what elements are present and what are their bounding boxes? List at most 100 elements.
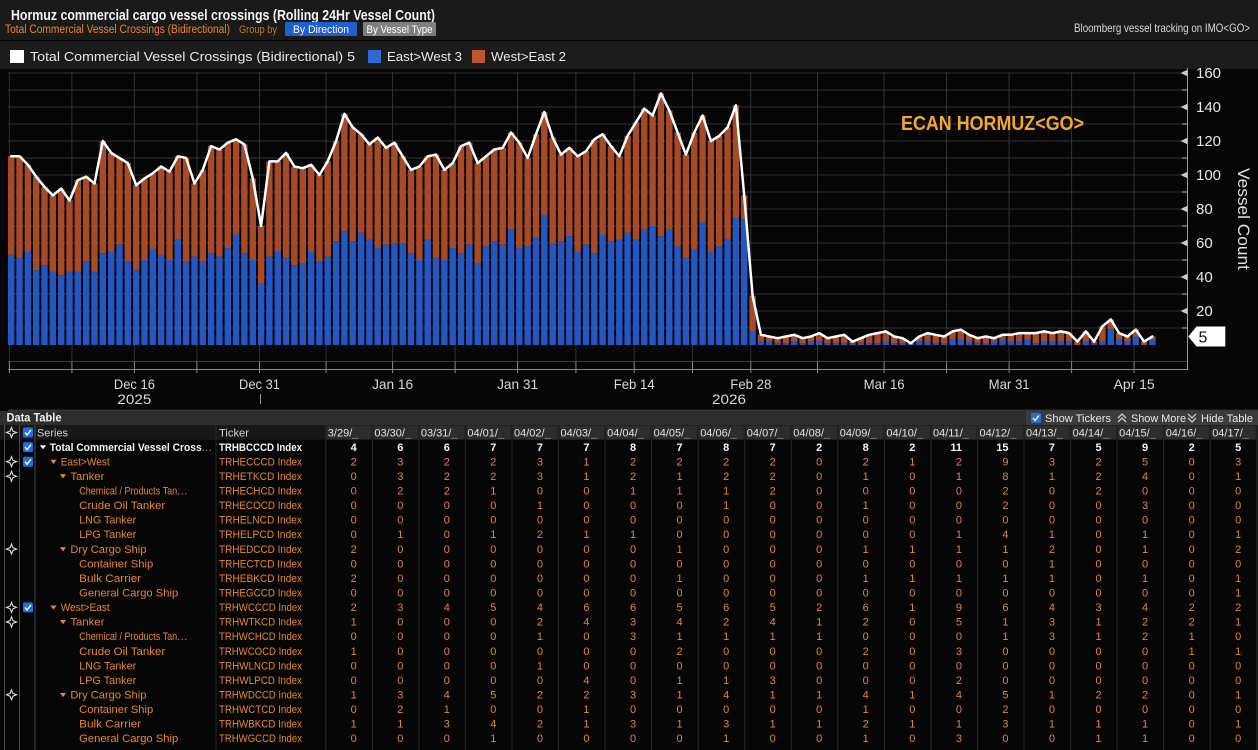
svg-text:2: 2 (630, 471, 636, 483)
svg-text:04/06/_: 04/06/_ (700, 428, 738, 440)
svg-text:4: 4 (583, 675, 589, 687)
svg-text:0: 0 (444, 544, 450, 556)
svg-text:0: 0 (909, 646, 915, 658)
svg-text:0: 0 (1049, 500, 1055, 512)
svg-text:0: 0 (816, 704, 822, 716)
svg-text:…: … (177, 486, 188, 498)
svg-text:0: 0 (770, 704, 776, 716)
svg-text:0: 0 (1235, 500, 1241, 512)
svg-text:3/29/_: 3/29/_ (328, 428, 359, 440)
svg-text:2: 2 (723, 456, 729, 468)
svg-text:0: 0 (956, 588, 962, 600)
svg-text:Crude Oil Tanker: Crude Oil Tanker (79, 500, 165, 512)
svg-text:04/07/_: 04/07/_ (747, 428, 785, 440)
svg-text:1: 1 (1002, 631, 1008, 643)
svg-text:4: 4 (351, 442, 358, 454)
svg-text:1: 1 (1142, 573, 1148, 585)
svg-text:0: 0 (956, 704, 962, 716)
svg-text:2: 2 (863, 456, 869, 468)
svg-text:1: 1 (816, 690, 822, 702)
svg-text:3: 3 (1049, 456, 1055, 468)
svg-text:1: 1 (863, 733, 869, 745)
svg-text:20: 20 (1196, 303, 1213, 320)
svg-text:0: 0 (723, 573, 729, 585)
svg-text:1: 1 (444, 704, 450, 716)
svg-text:04/09/_: 04/09/_ (840, 428, 878, 440)
svg-text:0: 0 (863, 529, 869, 541)
svg-text:6: 6 (630, 602, 636, 614)
svg-text:1: 1 (1049, 719, 1055, 731)
svg-text:1: 1 (676, 471, 682, 483)
svg-text:0: 0 (770, 515, 776, 527)
svg-text:0: 0 (956, 486, 962, 498)
svg-text:0: 0 (351, 588, 357, 600)
svg-text:Hormuz commercial cargo vessel: Hormuz commercial cargo vessel crossings… (11, 7, 435, 24)
svg-text:1: 1 (676, 544, 682, 556)
svg-text:04/15/_: 04/15/_ (1119, 428, 1157, 440)
svg-text:1: 1 (956, 719, 962, 731)
svg-text:1: 1 (1235, 471, 1241, 483)
svg-text:Feb 14: Feb 14 (614, 376, 655, 392)
svg-text:0: 0 (583, 515, 589, 527)
svg-text:0: 0 (1235, 486, 1241, 498)
svg-text:West>East: West>East (61, 602, 110, 614)
svg-text:2: 2 (1142, 617, 1148, 629)
svg-text:2: 2 (1095, 456, 1101, 468)
svg-text:2: 2 (351, 602, 357, 614)
svg-text:6: 6 (1002, 602, 1008, 614)
svg-text:TRHECCCD Index: TRHECCCD Index (219, 456, 302, 468)
svg-text:2: 2 (770, 456, 776, 468)
svg-text:2: 2 (1142, 690, 1148, 702)
svg-text:0: 0 (1142, 515, 1148, 527)
svg-text:0: 0 (1049, 733, 1055, 745)
svg-text:0: 0 (1049, 646, 1055, 658)
svg-text:2: 2 (863, 617, 869, 629)
svg-text:0: 0 (444, 558, 450, 570)
svg-text:1: 1 (676, 573, 682, 585)
svg-text:0: 0 (397, 617, 403, 629)
svg-text:6: 6 (444, 442, 450, 454)
svg-text:5: 5 (676, 602, 682, 614)
svg-text:0: 0 (1235, 558, 1241, 570)
svg-text:0: 0 (770, 544, 776, 556)
svg-text:TRHWCTCD Index: TRHWCTCD Index (219, 704, 302, 716)
svg-text:0: 0 (1189, 515, 1195, 527)
svg-text:0: 0 (676, 704, 682, 716)
svg-text:1: 1 (1235, 588, 1241, 600)
svg-text:4: 4 (537, 602, 543, 614)
svg-text:0: 0 (397, 660, 403, 672)
svg-text:Group by: Group by (239, 24, 277, 36)
svg-text:2: 2 (1189, 602, 1195, 614)
svg-text:0: 0 (723, 558, 729, 570)
svg-text:1: 1 (676, 631, 682, 643)
svg-text:0: 0 (909, 471, 915, 483)
svg-text:6: 6 (863, 602, 869, 614)
svg-text:1: 1 (1189, 631, 1195, 643)
svg-text:0: 0 (770, 733, 776, 745)
svg-text:0: 0 (490, 704, 496, 716)
svg-text:1: 1 (676, 690, 682, 702)
svg-text:0: 0 (630, 675, 636, 687)
svg-text:0: 0 (397, 675, 403, 687)
svg-text:1: 1 (630, 486, 636, 498)
svg-text:3: 3 (630, 617, 636, 629)
svg-text:4: 4 (1142, 471, 1148, 483)
svg-text:0: 0 (490, 646, 496, 658)
svg-text:By Vessel Type: By Vessel Type (367, 24, 433, 36)
svg-text:3: 3 (1049, 617, 1055, 629)
svg-text:1: 1 (583, 529, 589, 541)
svg-text:0: 0 (630, 544, 636, 556)
svg-text:0: 0 (1189, 704, 1195, 716)
svg-text:0: 0 (1189, 471, 1195, 483)
svg-text:5: 5 (1235, 442, 1241, 454)
svg-text:04/08/_: 04/08/_ (793, 428, 831, 440)
svg-text:2: 2 (1002, 486, 1008, 498)
svg-text:1: 1 (351, 690, 357, 702)
svg-text:0: 0 (1095, 588, 1101, 600)
svg-text:5: 5 (1199, 329, 1208, 346)
svg-text:0: 0 (583, 558, 589, 570)
svg-text:1: 1 (583, 704, 589, 716)
svg-text:4: 4 (490, 719, 496, 731)
svg-text:2: 2 (723, 617, 729, 629)
svg-text:3: 3 (1049, 631, 1055, 643)
